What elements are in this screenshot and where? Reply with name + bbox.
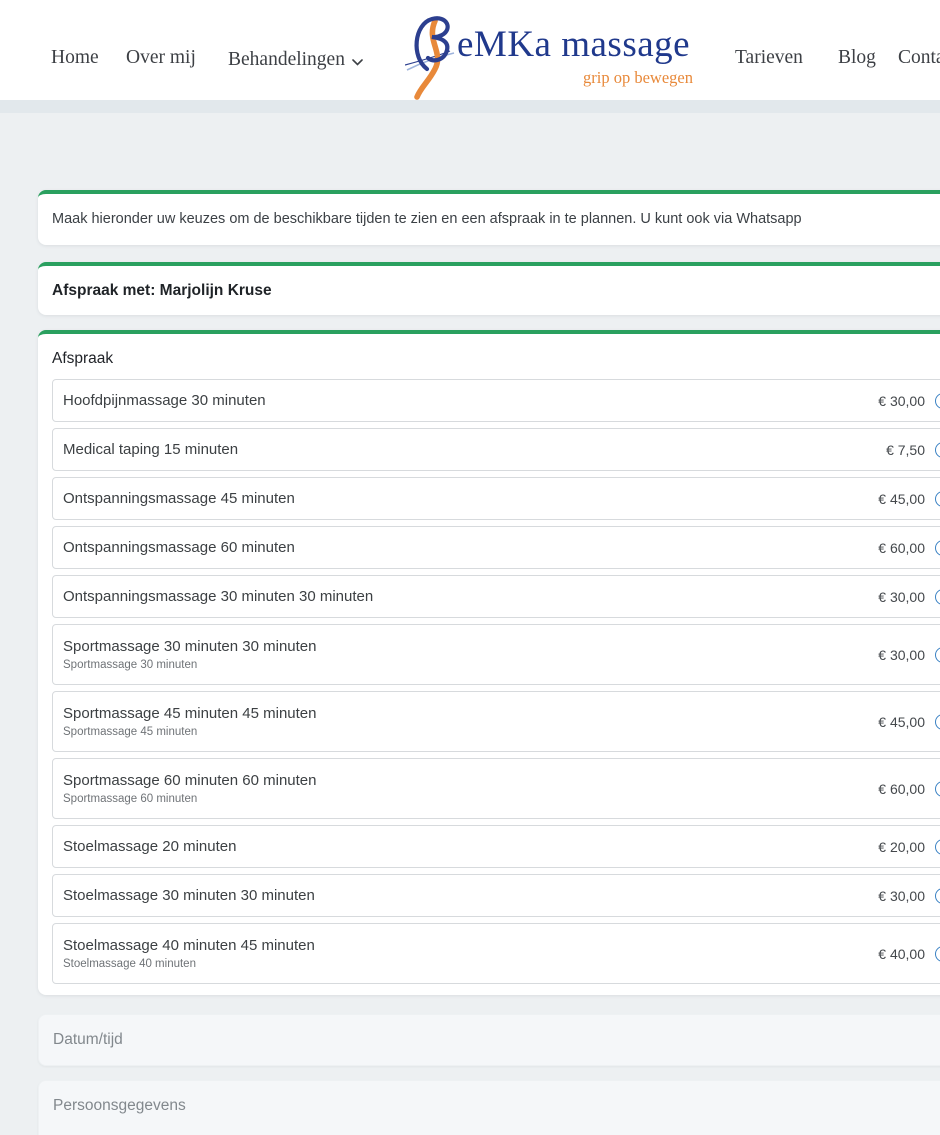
service-title: Sportmassage 30 minuten 30 minuten [63, 638, 316, 655]
service-title: Sportmassage 45 minuten 45 minuten [63, 705, 316, 722]
info-icon[interactable]: i [935, 442, 940, 458]
service-row[interactable]: Sportmassage 60 minuten 60 minuten Sport… [52, 758, 940, 819]
service-subtitle: Sportmassage 60 minuten [63, 793, 316, 805]
service-price: € 40,00 [878, 946, 925, 962]
nav-over-mij-label: Over mij [126, 47, 196, 69]
nav-blog-label: Blog [838, 47, 876, 69]
service-title: Hoofdpijnmassage 30 minuten [63, 392, 266, 409]
service-row[interactable]: Stoelmassage 20 minuten € 20,00 i [52, 825, 940, 868]
service-price: € 30,00 [878, 647, 925, 663]
service-title: Stoelmassage 20 minuten [63, 838, 236, 855]
service-price: € 60,00 [878, 540, 925, 556]
service-price: € 60,00 [878, 781, 925, 797]
nav-item-blog[interactable]: Blog [838, 47, 876, 69]
appointment-with-text: Afspraak met: Marjolijn Kruse [38, 266, 940, 316]
service-price: € 30,00 [878, 589, 925, 605]
nav-behandelingen-label: Behandelingen [228, 49, 345, 71]
service-price: € 45,00 [878, 714, 925, 730]
service-title: Medical taping 15 minuten [63, 441, 238, 458]
info-icon[interactable]: i [935, 714, 940, 730]
service-title: Ontspanningsmassage 30 minuten 30 minute… [63, 588, 373, 605]
site-logo[interactable]: eMKa massage grip op bewegen [405, 6, 695, 94]
nav-item-tarieven[interactable]: Tarieven [735, 47, 803, 69]
section-persoonsgegevens-label: Persoonsgegevens [39, 1081, 940, 1131]
intro-message-panel: Maak hieronder uw keuzes om de beschikba… [38, 190, 940, 245]
intro-message-text: Maak hieronder uw keuzes om de beschikba… [38, 194, 940, 244]
service-title: Ontspanningsmassage 45 minuten [63, 490, 295, 507]
info-icon[interactable]: i [935, 647, 940, 663]
section-datum-tijd-label: Datum/tijd [39, 1015, 940, 1065]
info-icon[interactable]: i [935, 589, 940, 605]
service-price: € 30,00 [878, 393, 925, 409]
logo-mark-icon [405, 8, 455, 105]
service-price: € 30,00 [878, 888, 925, 904]
service-row[interactable]: Stoelmassage 40 minuten 45 minuten Stoel… [52, 923, 940, 984]
services-panel: Afspraak Hoofdpijnmassage 30 minuten € 3… [38, 330, 940, 995]
header-shadow-strip [0, 100, 940, 113]
nav-tarieven-label: Tarieven [735, 47, 803, 69]
info-icon[interactable]: i [935, 946, 940, 962]
section-persoonsgegevens[interactable]: Persoonsgegevens [38, 1080, 940, 1135]
service-text: Medical taping 15 minuten [63, 441, 238, 458]
nav-contact-label: Contact [898, 47, 940, 69]
info-icon[interactable]: i [935, 839, 940, 855]
nav-home-label: Home [51, 47, 99, 69]
section-datum-tijd[interactable]: Datum/tijd [38, 1014, 940, 1066]
service-row[interactable]: Stoelmassage 30 minuten 30 minuten € 30,… [52, 874, 940, 917]
site-header: Home Over mij Behandelingen eMKa massage… [0, 0, 940, 100]
service-text: Sportmassage 45 minuten 45 minuten Sport… [63, 705, 316, 738]
info-icon[interactable]: i [935, 781, 940, 797]
service-price: € 7,50 [886, 442, 925, 458]
service-title: Ontspanningsmassage 60 minuten [63, 539, 295, 556]
service-price: € 45,00 [878, 491, 925, 507]
service-subtitle: Stoelmassage 40 minuten [63, 958, 315, 970]
service-text: Stoelmassage 20 minuten [63, 838, 236, 855]
info-icon[interactable]: i [935, 540, 940, 556]
service-subtitle: Sportmassage 30 minuten [63, 659, 316, 671]
service-row[interactable]: Ontspanningsmassage 45 minuten € 45,00 i [52, 477, 940, 520]
service-title: Stoelmassage 30 minuten 30 minuten [63, 887, 315, 904]
service-list: Hoofdpijnmassage 30 minuten € 30,00 i Me… [38, 379, 940, 984]
nav-item-contact[interactable]: Contact [898, 47, 940, 69]
service-text: Sportmassage 60 minuten 60 minuten Sport… [63, 772, 316, 805]
service-row[interactable]: Medical taping 15 minuten € 7,50 i [52, 428, 940, 471]
nav-item-home[interactable]: Home [51, 47, 99, 69]
info-icon[interactable]: i [935, 888, 940, 904]
service-price: € 20,00 [878, 839, 925, 855]
service-text: Stoelmassage 40 minuten 45 minuten Stoel… [63, 937, 315, 970]
chevron-down-icon [352, 50, 363, 72]
service-row[interactable]: Sportmassage 30 minuten 30 minuten Sport… [52, 624, 940, 685]
service-text: Ontspanningsmassage 30 minuten 30 minute… [63, 588, 373, 605]
service-text: Ontspanningsmassage 60 minuten [63, 539, 295, 556]
services-panel-title: Afspraak [38, 334, 940, 379]
logo-title: eMKa massage [457, 24, 690, 66]
service-row[interactable]: Sportmassage 45 minuten 45 minuten Sport… [52, 691, 940, 752]
nav-item-behandelingen[interactable]: Behandelingen [228, 47, 363, 72]
service-title: Stoelmassage 40 minuten 45 minuten [63, 937, 315, 954]
info-icon[interactable]: i [935, 393, 940, 409]
service-title: Sportmassage 60 minuten 60 minuten [63, 772, 316, 789]
service-subtitle: Sportmassage 45 minuten [63, 726, 316, 738]
appointment-with-panel: Afspraak met: Marjolijn Kruse [38, 262, 940, 315]
service-row[interactable]: Hoofdpijnmassage 30 minuten € 30,00 i [52, 379, 940, 422]
service-text: Hoofdpijnmassage 30 minuten [63, 392, 266, 409]
nav-item-over-mij[interactable]: Over mij [126, 47, 196, 69]
service-text: Sportmassage 30 minuten 30 minuten Sport… [63, 638, 316, 671]
service-text: Stoelmassage 30 minuten 30 minuten [63, 887, 315, 904]
service-row[interactable]: Ontspanningsmassage 60 minuten € 60,00 i [52, 526, 940, 569]
info-icon[interactable]: i [935, 491, 940, 507]
service-text: Ontspanningsmassage 45 minuten [63, 490, 295, 507]
service-row[interactable]: Ontspanningsmassage 30 minuten 30 minute… [52, 575, 940, 618]
logo-tagline: grip op bewegen [457, 68, 693, 88]
